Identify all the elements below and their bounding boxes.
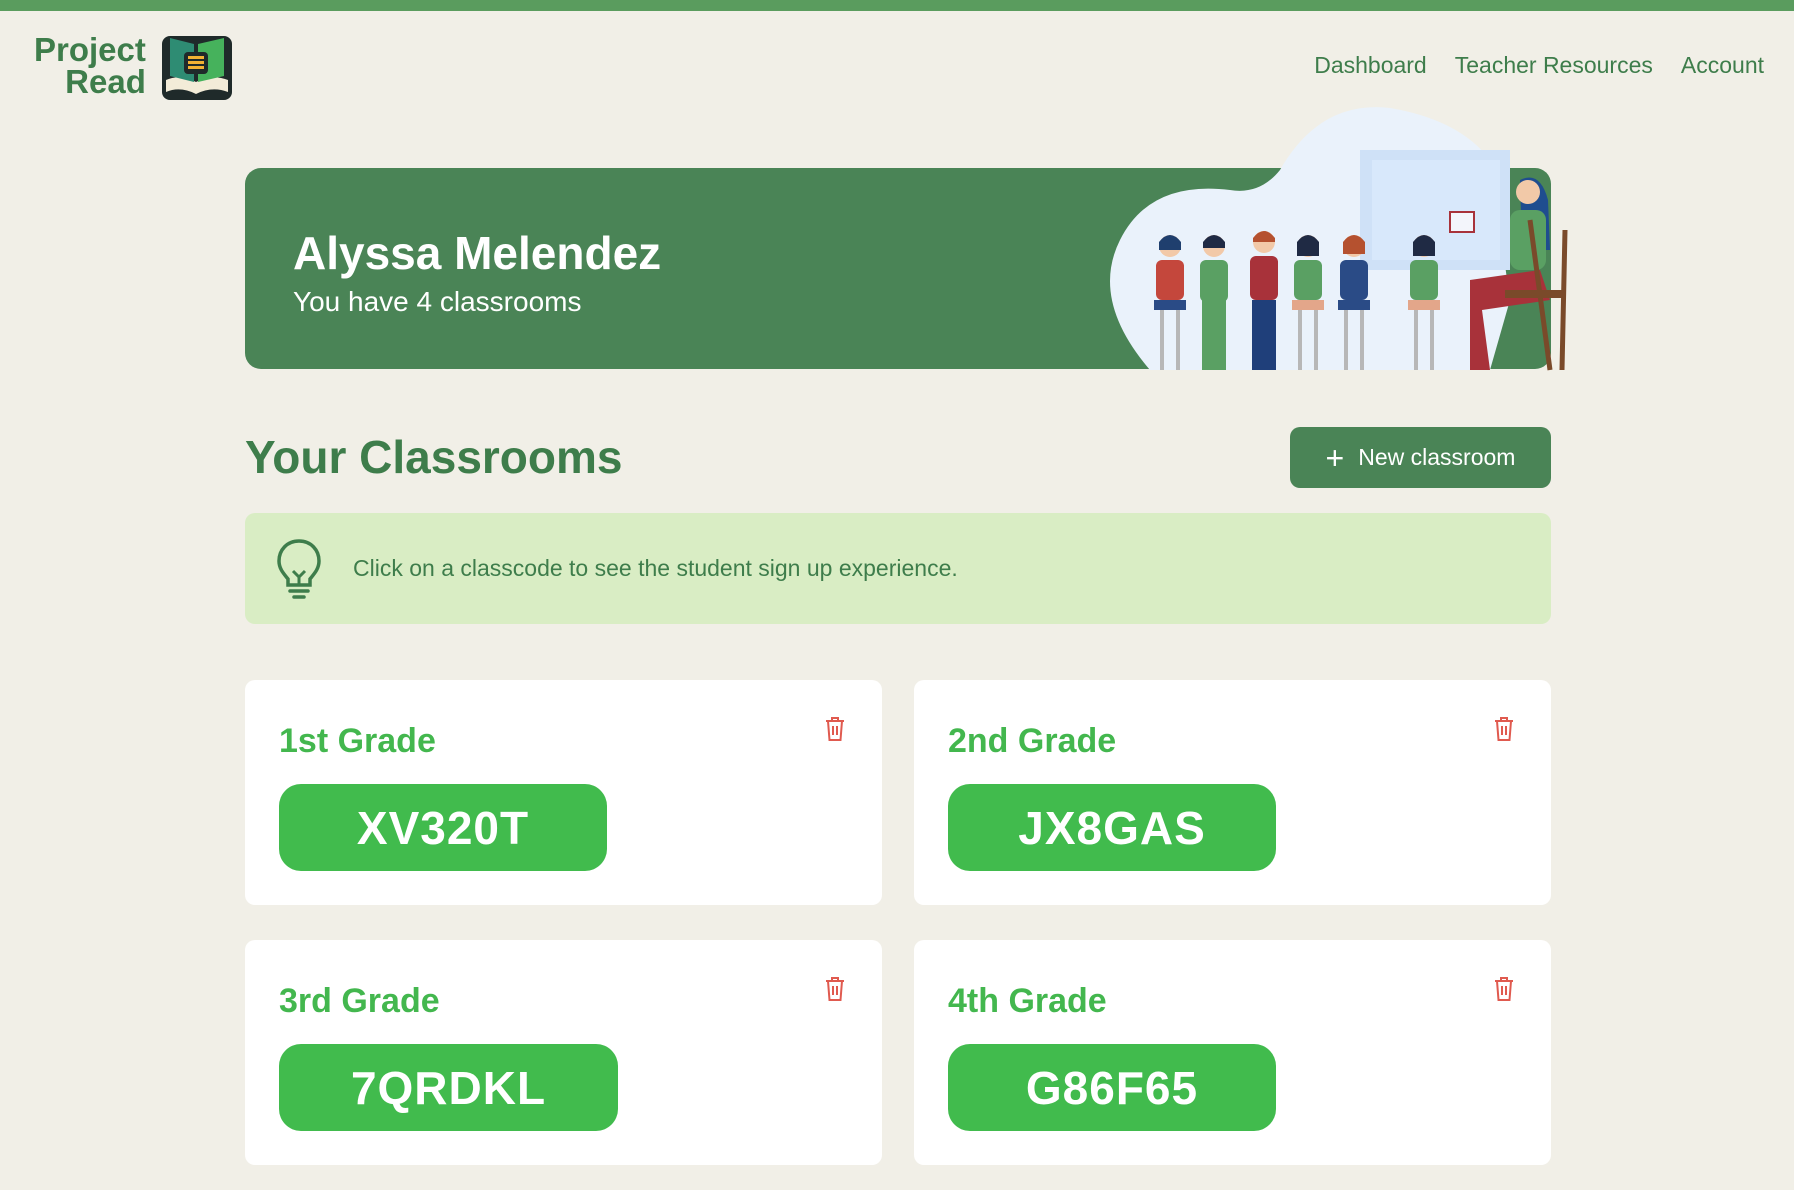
logo[interactable]: Project Read <box>34 30 234 102</box>
classroom-illustration <box>1110 107 1568 371</box>
teacher-name: Alyssa Melendez <box>293 227 662 279</box>
nav-account[interactable]: Account <box>1681 52 1764 79</box>
section-title: Your Classrooms <box>245 431 623 483</box>
new-classroom-label: New classroom <box>1358 444 1516 470</box>
logo-text: Project Read <box>34 31 146 100</box>
classcode-button[interactable]: XV320T <box>279 784 607 871</box>
classroom-name: 4th Grade <box>948 982 1107 1020</box>
top-accent-bar <box>0 0 1794 11</box>
classroom-name: 2nd Grade <box>948 722 1117 760</box>
trash-icon[interactable] <box>1493 976 1515 1002</box>
classroom-name: 1st Grade <box>279 722 436 760</box>
new-classroom-button[interactable]: + New classroom <box>1290 427 1551 488</box>
classroom-card-1st-grade: 1st Grade XV320T <box>245 680 882 905</box>
trash-icon[interactable] <box>1493 716 1515 742</box>
lightbulb-icon <box>277 538 321 599</box>
tip-text: Click on a classcode to see the student … <box>353 555 958 581</box>
plus-icon: + <box>1325 439 1345 476</box>
trash-icon[interactable] <box>824 976 846 1002</box>
classroom-card-4th-grade: 4th Grade G86F65 <box>914 940 1551 1165</box>
trash-icon[interactable] <box>824 716 846 742</box>
top-nav: Dashboard Teacher Resources Account <box>1314 52 1764 79</box>
classcode-button[interactable]: G86F65 <box>948 1044 1276 1131</box>
classroom-name: 3rd Grade <box>279 982 440 1020</box>
book-logo-icon <box>161 36 232 100</box>
tip-banner: Click on a classcode to see the student … <box>245 513 1551 624</box>
classroom-count: You have 4 classrooms <box>293 286 582 317</box>
nav-teacher-resources[interactable]: Teacher Resources <box>1455 52 1653 79</box>
classroom-card-3rd-grade: 3rd Grade 7QRDKL <box>245 940 882 1165</box>
classroom-card-2nd-grade: 2nd Grade JX8GAS <box>914 680 1551 905</box>
nav-dashboard[interactable]: Dashboard <box>1314 52 1427 79</box>
classcode-button[interactable]: 7QRDKL <box>279 1044 618 1131</box>
classcode-button[interactable]: JX8GAS <box>948 784 1276 871</box>
logo-line-2: Read <box>65 63 146 100</box>
logo-line-1: Project <box>34 31 146 68</box>
